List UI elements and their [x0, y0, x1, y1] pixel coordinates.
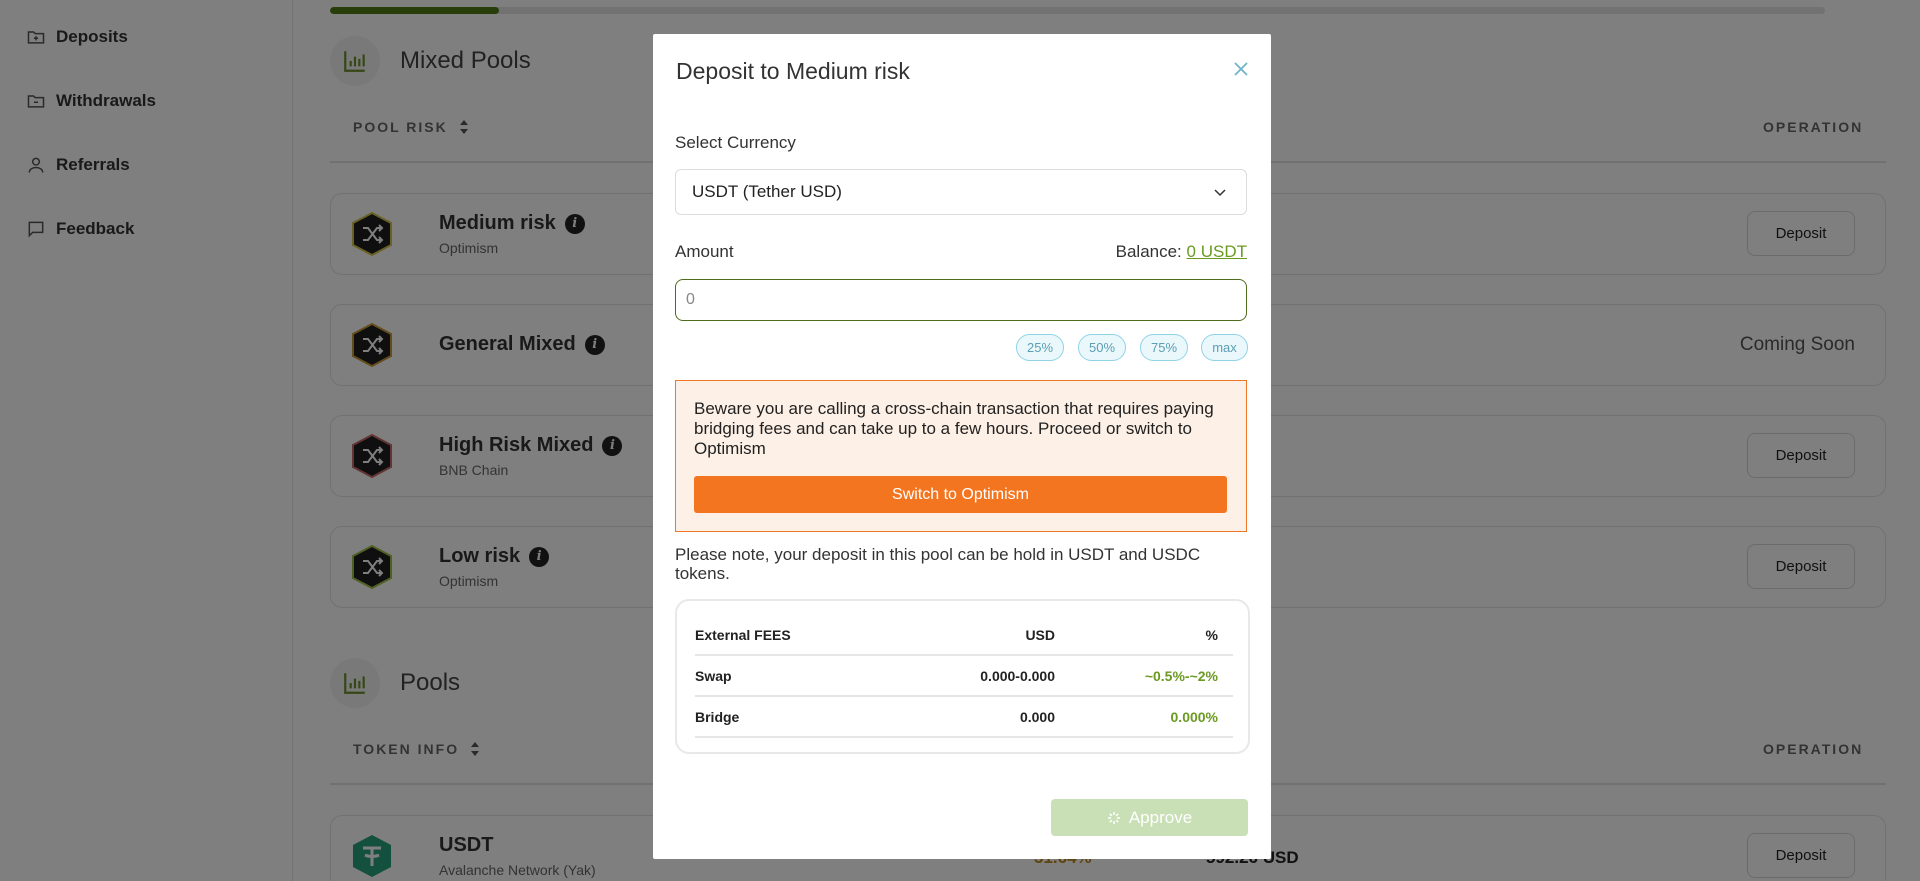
modal-title: Deposit to Medium risk: [676, 58, 910, 84]
select-currency-label: Select Currency: [675, 133, 796, 152]
amount-label: Amount: [675, 242, 734, 261]
amount-input[interactable]: [675, 279, 1247, 321]
fee-usd: 0.000-0.000: [980, 667, 1055, 684]
deposit-note: Please note, your deposit in this pool c…: [675, 545, 1201, 583]
loading-spinner-icon: [1107, 811, 1120, 824]
fee-percent: 0.000%: [1170, 708, 1218, 725]
balance: Balance: 0 USDT: [1116, 242, 1247, 262]
balance-link[interactable]: 0 USDT: [1187, 242, 1247, 261]
pct-50-button[interactable]: 50%: [1078, 334, 1126, 361]
balance-label: Balance:: [1115, 242, 1182, 261]
switch-network-button[interactable]: Switch to Optimism: [694, 476, 1227, 513]
fees-header: %: [1205, 626, 1218, 643]
fee-name: Swap: [695, 667, 732, 684]
fee-usd: 0.000: [1019, 708, 1055, 725]
warning-text: Beware you are calling a cross-chain tra…: [694, 399, 1214, 458]
fee-percent: ~0.5%-~2%: [1144, 667, 1218, 684]
close-icon[interactable]: [1231, 59, 1251, 79]
pct-25-button[interactable]: 25%: [1016, 334, 1064, 361]
pct-75-button[interactable]: 75%: [1140, 334, 1188, 361]
approve-label: Approve: [1128, 807, 1193, 827]
selected-currency: USDT (Tether USD): [692, 182, 842, 201]
currency-select[interactable]: USDT (Tether USD): [675, 169, 1247, 215]
fee-name: Bridge: [695, 708, 740, 725]
fees-header-row: External FEES USD %: [695, 615, 1233, 656]
fees-header: USD: [1025, 626, 1055, 643]
fees-row-bridge: Bridge 0.000 0.000%: [695, 697, 1233, 738]
chevron-down-icon: [1214, 189, 1226, 197]
fees-table: External FEES USD % Swap 0.000-0.000 ~0.…: [675, 599, 1250, 754]
fees-row-swap: Swap 0.000-0.000 ~0.5%-~2%: [695, 656, 1233, 697]
cross-chain-warning: Beware you are calling a cross-chain tra…: [675, 380, 1247, 532]
fees-header: External FEES: [695, 626, 791, 643]
pct-max-button[interactable]: max: [1201, 334, 1248, 361]
approve-button[interactable]: Approve: [1051, 799, 1248, 836]
deposit-modal: Deposit to Medium risk Select Currency U…: [653, 34, 1271, 859]
